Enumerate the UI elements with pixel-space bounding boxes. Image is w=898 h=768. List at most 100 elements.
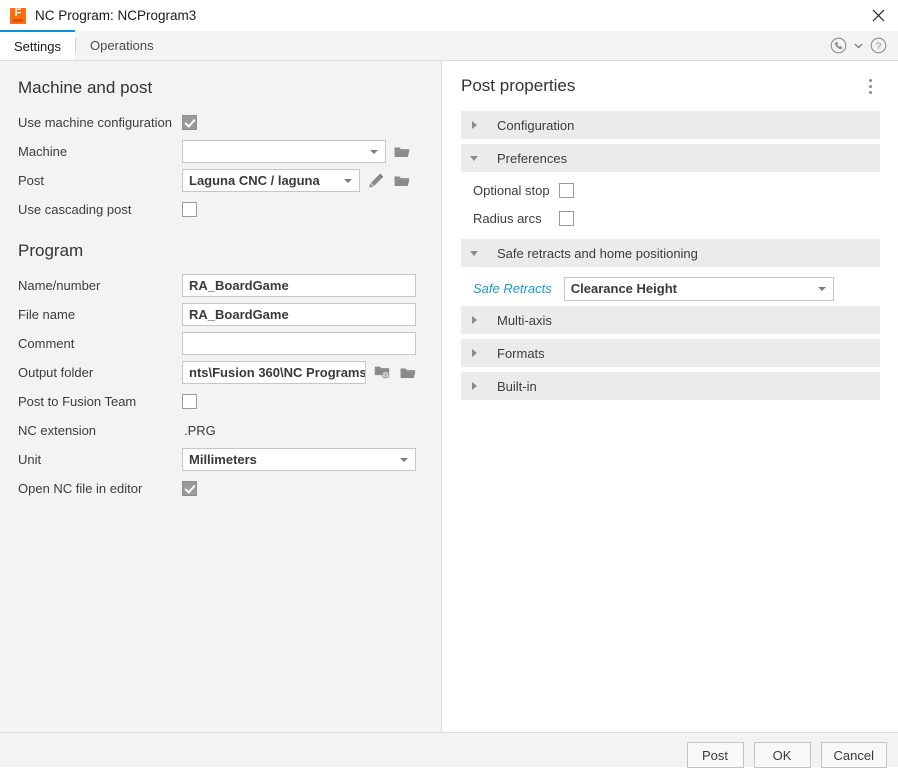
tab-operations-label: Operations: [89, 38, 154, 53]
tab-settings[interactable]: Settings: [0, 30, 75, 60]
chevron-right-icon: [461, 121, 487, 129]
machine-combo[interactable]: [182, 140, 386, 163]
window-title: NC Program: NCProgram3: [35, 8, 197, 23]
row-open-nc-file-in-editor: Open NC file in editor: [0, 474, 441, 503]
folder-preview-icon[interactable]: [372, 363, 392, 383]
group-safe-retracts-and-home-positioning[interactable]: Safe retracts and home positioning: [461, 239, 880, 267]
output-folder-input[interactable]: nts\Fusion 360\NC Programs: [182, 361, 366, 384]
settings-left-panel: Machine and post Use machine configurati…: [0, 61, 442, 732]
label-safe-retracts[interactable]: Safe Retracts: [473, 281, 552, 296]
help-question-icon[interactable]: ?: [868, 36, 888, 56]
open-nc-file-in-editor-checkbox[interactable]: [182, 481, 197, 496]
label-optional-stop: Optional stop: [473, 183, 550, 198]
row-use-machine-configuration: Use machine configuration: [0, 108, 441, 137]
label-unit: Unit: [18, 452, 42, 467]
post-folder-open-icon[interactable]: [392, 171, 412, 191]
label-use-machine-configuration: Use machine configuration: [18, 115, 172, 130]
row-optional-stop: Optional stop: [443, 177, 898, 204]
use-machine-configuration-checkbox[interactable]: [182, 115, 197, 130]
post-combo[interactable]: Laguna CNC / laguna: [182, 169, 360, 192]
label-name-number: Name/number: [18, 278, 101, 293]
ok-button[interactable]: OK: [753, 742, 811, 768]
chevron-down-icon: [344, 178, 352, 183]
label-nc-extension: NC extension: [18, 423, 97, 438]
post-button-label: Post: [702, 747, 729, 763]
row-nc-extension: NC extension .PRG: [0, 416, 441, 445]
machine-folder-open-icon[interactable]: [392, 142, 412, 162]
label-open-nc-file-in-editor: Open NC file in editor: [18, 481, 143, 496]
more-vertical-icon[interactable]: [860, 74, 880, 98]
use-cascading-post-checkbox[interactable]: [182, 202, 197, 217]
post-button[interactable]: Post: [686, 742, 744, 768]
label-machine: Machine: [18, 144, 68, 159]
cancel-button-label: Cancel: [833, 747, 874, 763]
row-safe-retracts: Safe Retracts Clearance Height: [443, 272, 898, 305]
row-use-cascading-post: Use cascading post: [0, 195, 441, 224]
chevron-down-icon: [461, 250, 487, 256]
label-use-cascading-post: Use cascading post: [18, 202, 132, 217]
cancel-button[interactable]: Cancel: [820, 742, 887, 768]
group-formats-label: Formats: [497, 345, 545, 361]
chevron-right-icon: [461, 316, 487, 324]
pencil-edit-icon[interactable]: [366, 171, 386, 191]
dialog-content: Machine and post Use machine configurati…: [0, 61, 898, 732]
group-configuration-label: Configuration: [497, 117, 575, 133]
name-number-value: RA_BoardGame: [189, 278, 289, 293]
name-number-input[interactable]: RA_BoardGame: [182, 274, 416, 297]
title-bar: NC Program: NCProgram3: [0, 0, 898, 31]
row-machine: Machine: [0, 137, 441, 166]
nc-extension-value: .PRG: [184, 423, 216, 438]
group-built-in-label: Built-in: [497, 378, 537, 394]
group-safe-retracts-label: Safe retracts and home positioning: [497, 245, 698, 261]
chevron-down-icon: [461, 155, 487, 161]
group-configuration[interactable]: Configuration: [461, 111, 880, 139]
radius-arcs-checkbox[interactable]: [559, 211, 574, 226]
chevron-down-icon: [370, 149, 378, 154]
group-formats[interactable]: Formats: [461, 339, 880, 367]
post-properties-panel: Post properties Configuration Preference…: [443, 61, 898, 732]
output-folder-value: nts\Fusion 360\NC Programs: [189, 365, 366, 380]
optional-stop-checkbox[interactable]: [559, 183, 574, 198]
file-name-value: RA_BoardGame: [189, 307, 289, 322]
chevron-down-icon[interactable]: [851, 36, 865, 56]
phone-support-icon[interactable]: [828, 36, 848, 56]
group-preferences-label: Preferences: [497, 150, 568, 166]
row-unit: Unit Millimeters: [0, 445, 441, 474]
close-icon[interactable]: [858, 0, 898, 31]
row-comment: Comment: [0, 329, 441, 358]
label-post: Post: [18, 173, 45, 188]
tab-strip: Settings Operations ?: [0, 30, 898, 61]
chevron-down-icon: [400, 457, 408, 462]
group-preferences[interactable]: Preferences: [461, 144, 880, 172]
post-properties-title: Post properties: [461, 76, 576, 95]
row-post-to-fusion-team: Post to Fusion Team: [0, 387, 441, 416]
svg-text:?: ?: [875, 41, 881, 52]
post-properties-header: Post properties: [443, 61, 898, 111]
label-comment: Comment: [18, 336, 75, 351]
comment-input[interactable]: [182, 332, 416, 355]
post-to-fusion-team-checkbox[interactable]: [182, 394, 197, 409]
label-output-folder: Output folder: [18, 365, 94, 380]
tab-strip-actions: ?: [828, 31, 898, 60]
unit-combo[interactable]: Millimeters: [182, 448, 416, 471]
group-multi-axis-label: Multi-axis: [497, 312, 552, 328]
fusion-logo-icon: [10, 7, 26, 24]
safe-retracts-combo[interactable]: Clearance Height: [563, 276, 834, 301]
chevron-right-icon: [461, 349, 487, 357]
machine-and-post-heading: Machine and post: [18, 78, 153, 97]
label-radius-arcs: Radius arcs: [473, 211, 542, 226]
label-file-name: File name: [18, 307, 76, 322]
output-folder-open-icon[interactable]: [398, 363, 418, 383]
tab-operations[interactable]: Operations: [76, 31, 168, 60]
row-output-folder: Output folder nts\Fusion 360\NC Programs: [0, 358, 441, 387]
group-built-in[interactable]: Built-in: [461, 372, 880, 400]
row-post: Post Laguna CNC / laguna: [0, 166, 441, 195]
tab-settings-label: Settings: [14, 38, 61, 54]
row-name-number: Name/number RA_BoardGame: [0, 271, 441, 300]
row-radius-arcs: Radius arcs: [443, 205, 898, 232]
unit-combo-value: Millimeters: [189, 452, 257, 467]
group-multi-axis[interactable]: Multi-axis: [461, 306, 880, 334]
dialog-footer: Post OK Cancel: [0, 732, 898, 768]
file-name-input[interactable]: RA_BoardGame: [182, 303, 416, 326]
chevron-right-icon: [461, 382, 487, 390]
